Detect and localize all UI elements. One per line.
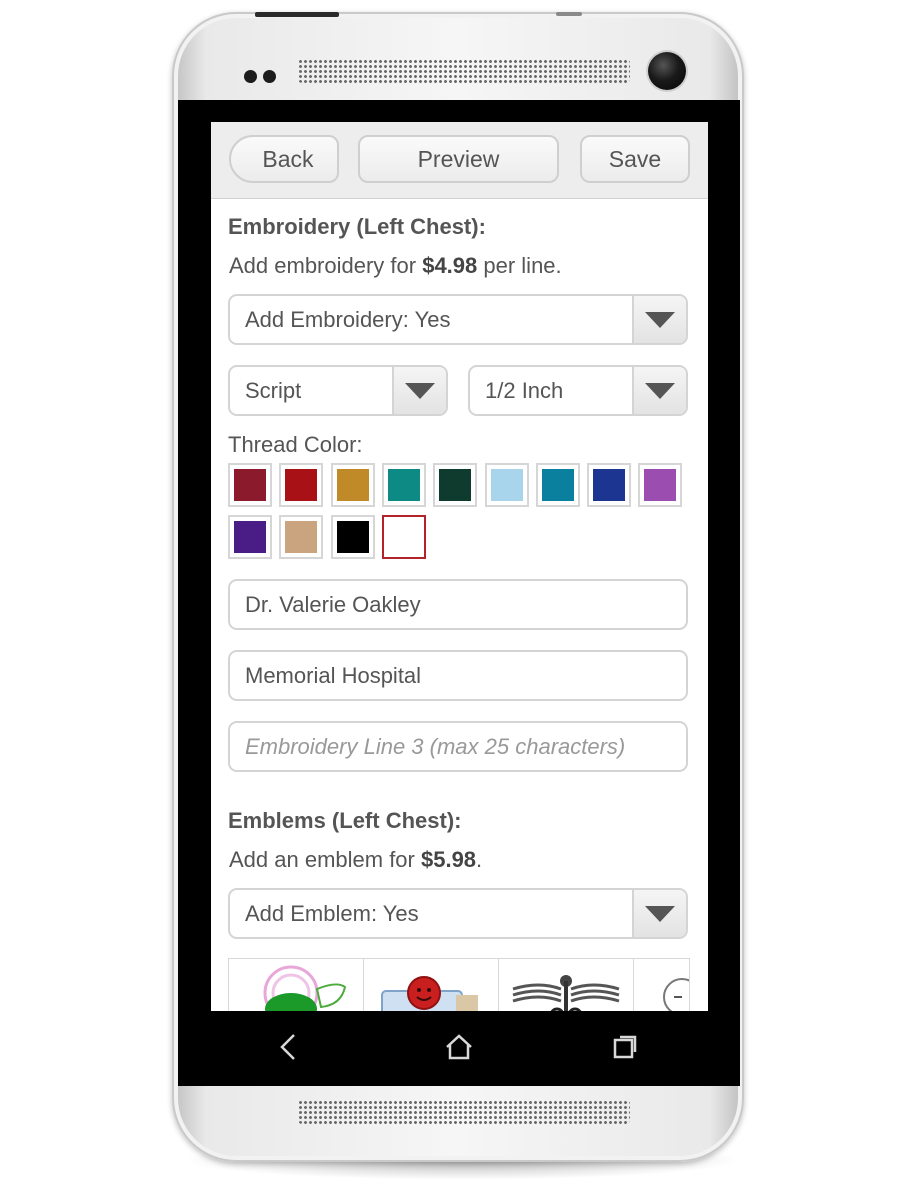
embroidery-title: Embroidery (Left Chest): [228, 214, 486, 239]
thread-color-swatch[interactable] [228, 463, 272, 507]
thread-color-swatch[interactable] [484, 463, 529, 507]
chevron-down-icon [645, 383, 675, 399]
home-icon[interactable] [444, 1030, 474, 1069]
dropdown-arrow [392, 367, 446, 414]
swatch-fill [285, 469, 318, 501]
thread-color-swatch[interactable] [279, 463, 324, 507]
clock-emblem[interactable] [634, 959, 689, 1011]
embroidery-line-2-input[interactable] [228, 650, 688, 701]
thread-color-swatch[interactable] [279, 515, 324, 559]
swatch-fill [336, 521, 369, 553]
swatch-fill [387, 469, 420, 501]
save-button[interactable]: Save [580, 135, 690, 183]
add-emblem-select[interactable]: Add Emblem: Yes [228, 888, 688, 939]
chevron-down-icon [645, 312, 675, 328]
thread-color-swatch[interactable] [638, 463, 683, 507]
dropdown-arrow [632, 890, 686, 937]
thread-color-swatch[interactable] [330, 515, 375, 559]
emblems-subtitle: Add an emblem for $5.98. [229, 847, 483, 872]
caduceus-emblem[interactable] [499, 959, 634, 1011]
embroidery-line-1-input[interactable] [228, 579, 688, 630]
thread-color-swatch[interactable] [433, 463, 478, 507]
ir-sensor [556, 12, 582, 16]
top-speaker-grille [298, 59, 630, 83]
back-button[interactable]: Back [229, 135, 339, 183]
bottom-speaker-grille [298, 1100, 630, 1124]
embroidery-line-3-input[interactable] [228, 721, 688, 772]
swatch-fill [644, 469, 677, 501]
letter-size-value: 1/2 Inch [485, 378, 564, 403]
emblem-gallery [228, 958, 690, 1011]
swatch-fill [336, 469, 369, 501]
proximity-sensor [244, 70, 257, 83]
floral-emblem[interactable] [229, 959, 364, 1011]
font-style-value: Script [245, 378, 302, 403]
chevron-down-icon [645, 906, 675, 922]
swatch-fill [234, 521, 266, 553]
thread-color-swatch[interactable] [381, 515, 426, 559]
swatch-fill [387, 521, 420, 553]
swatch-fill [490, 469, 523, 501]
back-icon[interactable] [276, 1030, 300, 1069]
front-camera [648, 52, 686, 90]
chevron-down-icon [405, 383, 435, 399]
embroidery-price: $4.98 [422, 253, 478, 278]
emblems-title: Emblems (Left Chest): [228, 808, 462, 833]
embroidery-subtitle: Add embroidery for $4.98 per line. [229, 253, 562, 278]
light-sensor [263, 70, 276, 83]
thread-color-swatch[interactable] [535, 463, 580, 507]
emblem-price: $5.98 [420, 847, 477, 872]
swatch-fill [234, 469, 266, 501]
thread-color-label: Thread Color: [228, 432, 363, 457]
preview-button[interactable]: Preview [358, 135, 559, 183]
dropdown-arrow [632, 296, 686, 343]
swatch-fill [439, 469, 472, 501]
add-emblem-value: Add Emblem: Yes [245, 901, 419, 926]
top-toolbar: Back Preview Save [211, 122, 708, 199]
add-embroidery-select[interactable]: Add Embroidery: Yes [228, 294, 688, 345]
thread-color-swatch[interactable] [228, 515, 272, 559]
font-style-select[interactable]: Script [228, 365, 448, 416]
letter-size-select[interactable]: 1/2 Inch [468, 365, 688, 416]
recent-apps-icon[interactable] [612, 1030, 640, 1069]
thread-color-swatch[interactable] [381, 463, 426, 507]
swatch-fill [593, 469, 626, 501]
smiley-emblem[interactable] [364, 959, 499, 1011]
dropdown-arrow [632, 367, 686, 414]
swatch-fill [541, 469, 574, 501]
thread-color-swatch[interactable] [330, 463, 375, 507]
power-button [255, 12, 339, 17]
app-screen: Back Preview Save Embroidery (Left Chest… [211, 122, 708, 1011]
swatch-fill [285, 521, 318, 553]
add-embroidery-value: Add Embroidery: Yes [245, 307, 451, 332]
thread-color-swatch[interactable] [587, 463, 632, 507]
